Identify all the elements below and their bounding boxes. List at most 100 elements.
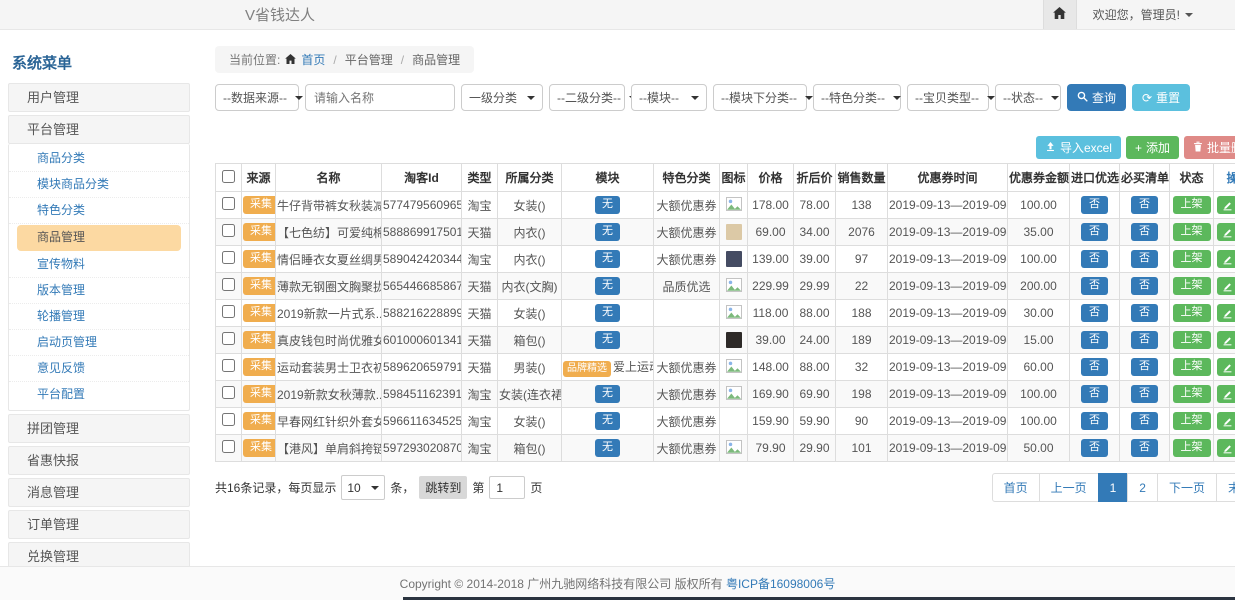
must-buy-button[interactable]: 否	[1131, 358, 1158, 375]
must-buy-button[interactable]: 否	[1131, 277, 1158, 294]
import-pick-button[interactable]: 否	[1081, 385, 1108, 402]
sidebar-item-意见反馈[interactable]: 意见反馈	[9, 356, 189, 382]
edit-button[interactable]	[1217, 223, 1235, 241]
edit-button[interactable]	[1217, 277, 1235, 295]
filter-select-宝贝类型[interactable]: --宝贝类型--	[907, 84, 989, 111]
edit-button[interactable]	[1217, 385, 1235, 403]
must-buy-button[interactable]: 否	[1131, 439, 1158, 456]
must-buy-button[interactable]: 否	[1131, 250, 1158, 267]
filter-select-模块[interactable]: --模块--	[631, 84, 707, 111]
filter-select-特色分类[interactable]: --特色分类--	[813, 84, 901, 111]
sidebar-group-平台管理[interactable]: 平台管理	[8, 115, 190, 144]
status-on-shelf-button[interactable]: 上架	[1173, 439, 1211, 456]
filter-select-模块下分类[interactable]: --模块下分类--	[713, 84, 807, 111]
row-checkbox[interactable]	[222, 332, 235, 345]
row-checkbox[interactable]	[222, 440, 235, 453]
edit-button[interactable]	[1217, 412, 1235, 430]
must-buy-button[interactable]: 否	[1131, 304, 1158, 321]
filter-select-一级分类[interactable]: 一级分类	[461, 84, 543, 111]
edit-button[interactable]	[1217, 304, 1235, 322]
page-button-首页[interactable]: 首页	[992, 473, 1040, 502]
import-pick-button[interactable]: 否	[1081, 358, 1108, 375]
filter-select-状态[interactable]: --状态--	[995, 84, 1061, 111]
import-pick-button[interactable]: 否	[1081, 223, 1108, 240]
search-button[interactable]: 查询	[1067, 84, 1126, 111]
row-checkbox[interactable]	[222, 305, 235, 318]
status-on-shelf-button[interactable]: 上架	[1173, 196, 1211, 213]
import-excel-button[interactable]: 导入excel	[1036, 136, 1121, 159]
sidebar-group-拼团管理[interactable]: 拼团管理	[8, 414, 190, 443]
row-checkbox[interactable]	[222, 224, 235, 237]
filter-select-二级分类[interactable]: --二级分类--	[549, 84, 625, 111]
jump-to-button[interactable]: 跳转到	[419, 476, 467, 499]
sidebar-item-版本管理[interactable]: 版本管理	[9, 278, 189, 304]
sidebar-item-轮播管理[interactable]: 轮播管理	[9, 304, 189, 330]
import-pick-button[interactable]: 否	[1081, 412, 1108, 429]
sidebar-group-消息管理[interactable]: 消息管理	[8, 478, 190, 507]
row-checkbox[interactable]	[222, 386, 235, 399]
status-on-shelf-button[interactable]: 上架	[1173, 304, 1211, 321]
row-checkbox[interactable]	[222, 359, 235, 372]
page-button-上一页[interactable]: 上一页	[1039, 473, 1099, 502]
edit-button[interactable]	[1217, 439, 1235, 457]
sidebar-group-用户管理[interactable]: 用户管理	[8, 83, 190, 112]
page-button-末页[interactable]: 末页	[1216, 473, 1235, 502]
sidebar-item-商品分类[interactable]: 商品分类	[9, 146, 189, 172]
status-on-shelf-button[interactable]: 上架	[1173, 250, 1211, 267]
row-checkbox[interactable]	[222, 413, 235, 426]
must-buy-button[interactable]: 否	[1131, 331, 1158, 348]
select-all-checkbox[interactable]	[222, 170, 235, 183]
sidebar-group-订单管理[interactable]: 订单管理	[8, 510, 190, 539]
must-buy-button[interactable]: 否	[1131, 223, 1158, 240]
import-pick-button[interactable]: 否	[1081, 304, 1108, 321]
module-badge: 无	[595, 223, 620, 240]
status-on-shelf-button[interactable]: 上架	[1173, 358, 1211, 375]
add-button[interactable]: + 添加	[1126, 136, 1179, 159]
edit-button[interactable]	[1217, 196, 1235, 214]
sidebar-group-兑换管理[interactable]: 兑换管理	[8, 542, 190, 566]
sidebar-item-特色分类[interactable]: 特色分类	[9, 198, 189, 224]
filter-select-数据来源[interactable]: --数据来源--	[215, 84, 299, 111]
status-on-shelf-button[interactable]: 上架	[1173, 223, 1211, 240]
sidebar-group-省惠快报[interactable]: 省惠快报	[8, 446, 190, 475]
import-pick-button[interactable]: 否	[1081, 439, 1108, 456]
status-on-shelf-button[interactable]: 上架	[1173, 331, 1211, 348]
cell-checkbox	[216, 354, 242, 381]
status-on-shelf-button[interactable]: 上架	[1173, 385, 1211, 402]
status-on-shelf-button[interactable]: 上架	[1173, 412, 1211, 429]
icp-link[interactable]: 粤ICP备16098006号	[726, 577, 835, 591]
must-buy-button[interactable]: 否	[1131, 412, 1158, 429]
sidebar-item-宣传物料[interactable]: 宣传物料	[9, 252, 189, 278]
row-checkbox[interactable]	[222, 251, 235, 264]
cell-icon	[720, 219, 748, 246]
sidebar-item-商品管理[interactable]: 商品管理	[17, 225, 181, 251]
breadcrumb-home-link[interactable]: 首页	[301, 51, 325, 68]
edit-button[interactable]	[1217, 331, 1235, 349]
must-buy-button[interactable]: 否	[1131, 385, 1158, 402]
row-checkbox[interactable]	[222, 197, 235, 210]
batch-delete-button[interactable]: 批量删除	[1184, 136, 1235, 159]
edit-button[interactable]	[1217, 250, 1235, 268]
import-pick-button[interactable]: 否	[1081, 277, 1108, 294]
page-button-2[interactable]: 2	[1127, 473, 1158, 502]
per-page-select[interactable]: 10	[341, 475, 385, 500]
home-button[interactable]	[1043, 0, 1077, 29]
import-pick-button[interactable]: 否	[1081, 331, 1108, 348]
import-pick-button[interactable]: 否	[1081, 250, 1108, 267]
edit-button[interactable]	[1217, 358, 1235, 376]
cell-type: 天猫	[462, 354, 498, 381]
sidebar-item-模块商品分类[interactable]: 模块商品分类	[9, 172, 189, 198]
jump-page-input[interactable]	[489, 476, 525, 499]
page-button-下一页[interactable]: 下一页	[1157, 473, 1217, 502]
status-on-shelf-button[interactable]: 上架	[1173, 277, 1211, 294]
name-search-input[interactable]	[305, 84, 455, 111]
must-buy-button[interactable]: 否	[1131, 196, 1158, 213]
user-menu[interactable]: 欢迎您，管理员!	[1077, 0, 1235, 29]
sidebar-item-平台配置[interactable]: 平台配置	[9, 382, 189, 408]
reset-button[interactable]: ⟳ 重置	[1132, 84, 1190, 111]
row-checkbox[interactable]	[222, 278, 235, 291]
sidebar-item-启动页管理[interactable]: 启动页管理	[9, 330, 189, 356]
page-button-1[interactable]: 1	[1098, 473, 1129, 502]
import-pick-button[interactable]: 否	[1081, 196, 1108, 213]
table-row: 采集早春网红针织外套女春...596611634525淘宝女装()无大额优惠券1…	[216, 408, 1235, 435]
